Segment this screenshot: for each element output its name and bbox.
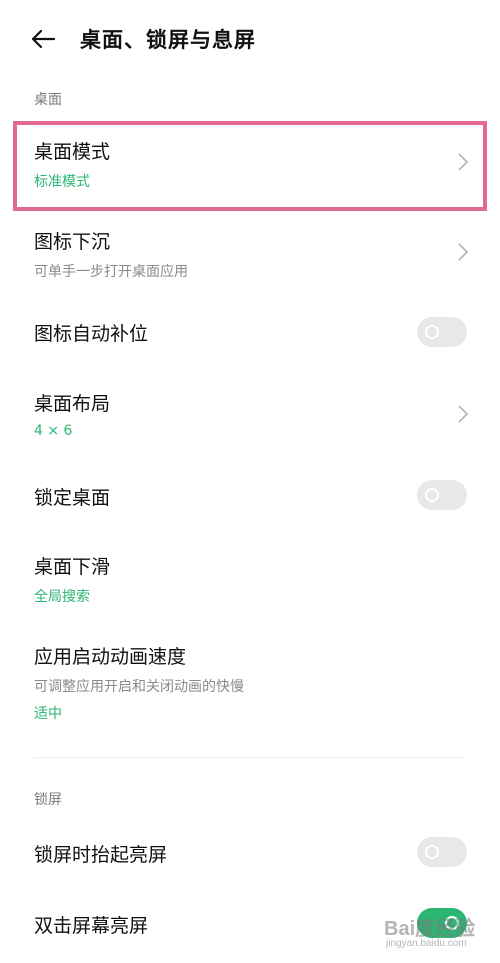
chevron-right-icon bbox=[458, 405, 469, 423]
row-description: 可调整应用开启和关闭动画的快慢 bbox=[34, 679, 244, 695]
row-value: 4 × 6 bbox=[34, 423, 73, 439]
toggle-knob bbox=[425, 488, 439, 502]
row-title: 图标自动补位 bbox=[34, 323, 149, 345]
toggle-lock-desktop[interactable] bbox=[417, 480, 467, 510]
toggle-double-tap-wake[interactable] bbox=[417, 908, 467, 938]
row-raise-to-wake: 锁屏时抬起亮屏 bbox=[0, 820, 500, 886]
settings-page: 桌面、锁屏与息屏 桌面 桌面模式 标准模式 图标下沉 可单手一步打开桌面应用 图… bbox=[0, 0, 500, 963]
row-double-tap-wake: 双击屏幕亮屏 bbox=[0, 893, 500, 959]
row-icon-sink[interactable]: 图标下沉 可单手一步打开桌面应用 bbox=[0, 215, 500, 295]
section-header-desktop: 桌面 bbox=[34, 92, 62, 108]
row-value: 全局搜索 bbox=[34, 589, 90, 605]
row-lock-desktop: 锁定桌面 bbox=[0, 462, 500, 528]
toggle-knob bbox=[445, 916, 459, 930]
row-value: 适中 bbox=[34, 706, 62, 722]
back-arrow-icon[interactable] bbox=[30, 26, 56, 52]
section-divider bbox=[34, 757, 466, 758]
row-description: 可单手一步打开桌面应用 bbox=[34, 264, 188, 280]
row-desktop-swipe-down[interactable]: 桌面下滑 全局搜索 bbox=[0, 540, 500, 618]
row-icon-auto-fill: 图标自动补位 bbox=[0, 300, 500, 366]
row-title: 图标下沉 bbox=[34, 231, 111, 253]
row-desktop-layout[interactable]: 桌面布局 4 × 6 bbox=[0, 375, 500, 455]
row-title: 双击屏幕亮屏 bbox=[34, 915, 149, 937]
row-desktop-mode[interactable]: 桌面模式 标准模式 bbox=[0, 125, 500, 207]
chevron-right-icon bbox=[458, 243, 469, 261]
header-bar: 桌面、锁屏与息屏 bbox=[0, 0, 500, 80]
chevron-right-icon bbox=[458, 153, 469, 171]
row-app-launch-speed[interactable]: 应用启动动画速度 可调整应用开启和关闭动画的快慢 适中 bbox=[0, 630, 500, 740]
row-title: 桌面下滑 bbox=[34, 556, 111, 578]
row-value: 标准模式 bbox=[34, 174, 90, 190]
section-header-lockscreen: 锁屏 bbox=[34, 792, 62, 808]
row-title: 锁定桌面 bbox=[34, 487, 111, 509]
toggle-icon-auto-fill[interactable] bbox=[417, 317, 467, 347]
page-title: 桌面、锁屏与息屏 bbox=[80, 28, 256, 52]
toggle-knob bbox=[425, 845, 439, 859]
row-title: 锁屏时抬起亮屏 bbox=[34, 844, 168, 866]
row-title: 桌面模式 bbox=[34, 141, 111, 163]
toggle-raise-to-wake[interactable] bbox=[417, 837, 467, 867]
row-title: 应用启动动画速度 bbox=[34, 646, 187, 668]
toggle-knob bbox=[425, 325, 439, 339]
row-title: 桌面布局 bbox=[34, 393, 111, 415]
